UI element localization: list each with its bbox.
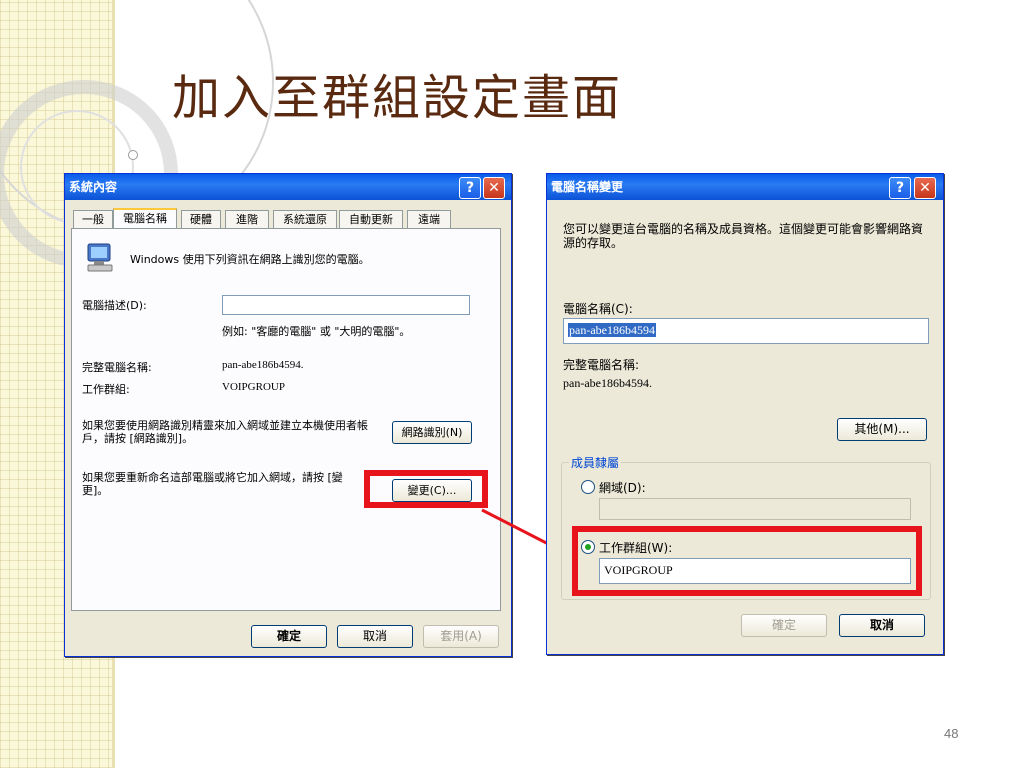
apply-button[interactable]: 套用(A) [423,625,499,648]
title-bar-right: 電腦名稱變更 ? ✕ [547,174,943,200]
tab-automatic-updates[interactable]: 自動更新 [339,210,403,228]
member-of-label: 成員隸屬 [569,454,622,471]
cancel-button[interactable]: 取消 [337,625,413,648]
network-id-button[interactable]: 網路識別(N) [392,421,472,444]
computer-name-label: 電腦名稱(C): [563,302,633,316]
workgroup-label: 工作群組: [82,383,130,396]
help-icon[interactable]: ? [459,177,481,199]
computer-icon [87,243,113,272]
system-properties-dialog: 系統內容 ? ✕ 一般 電腦名稱 硬體 進階 系統還原 自動更新 遠端 Wind… [64,173,512,657]
tab-advanced[interactable]: 進階 [225,210,269,228]
domain-radio[interactable] [581,480,595,494]
close-icon[interactable]: ✕ [483,177,505,199]
network-id-text: 如果您要使用網路識別精靈來加入網域並建立本機使用者帳戶，請按 [網路識別]。 [82,419,368,445]
full-name-value-right: pan-abe186b4594. [563,376,652,390]
domain-label: 網域(D): [599,481,646,495]
rename-text: 如果您要重新命名這部電腦或將它加入網域，請按 [變更]。 [82,471,343,497]
cancel-button-right[interactable]: 取消 [839,614,925,637]
computer-name-selected-text: pan-abe186b4594 [568,323,656,337]
change-button-highlight [364,470,488,508]
tab-remote[interactable]: 遠端 [407,210,451,228]
ok-button-right[interactable]: 確定 [741,614,827,637]
computer-description-input[interactable] [222,295,470,315]
domain-input[interactable] [599,498,911,520]
example-text: 例如: "客廳的電腦" 或 "大明的電腦"。 [222,325,411,338]
workgroup-value: VOIPGROUP [222,381,285,393]
page-number: 48 [944,726,959,741]
workgroup-highlight [572,526,922,596]
title-bar: 系統內容 ? ✕ [65,174,511,200]
full-name-value: pan-abe186b4594. [222,359,304,371]
ok-button[interactable]: 確定 [251,625,327,648]
change-description: 您可以變更這台電腦的名稱及成員資格。這個變更可能會影響網路資源的存取。 [563,222,924,250]
tab-general[interactable]: 一般 [73,210,113,228]
computer-name-input[interactable]: pan-abe186b4594 [563,318,929,344]
tab-computer-name[interactable]: 電腦名稱 [113,208,177,229]
computer-name-panel: Windows 使用下列資訊在網路上識別您的電腦。 電腦描述(D): 例如: "… [71,228,501,611]
tab-system-restore[interactable]: 系統還原 [273,210,337,228]
close-icon[interactable]: ✕ [914,177,936,199]
help-icon[interactable]: ? [889,177,911,199]
computer-description-label: 電腦描述(D): [82,299,147,312]
slide-title: 加入至群組設定畫面 [172,70,623,126]
more-button[interactable]: 其他(M)... [837,418,927,441]
full-name-label: 完整電腦名稱: [82,361,152,374]
decorative-dot [128,150,138,160]
dialog-title: 系統內容 [69,180,118,194]
identify-description: Windows 使用下列資訊在網路上識別您的電腦。 [130,253,370,266]
dialog-title-right: 電腦名稱變更 [551,180,624,194]
tab-hardware[interactable]: 硬體 [181,210,221,228]
full-name-label-right: 完整電腦名稱: [563,358,640,372]
